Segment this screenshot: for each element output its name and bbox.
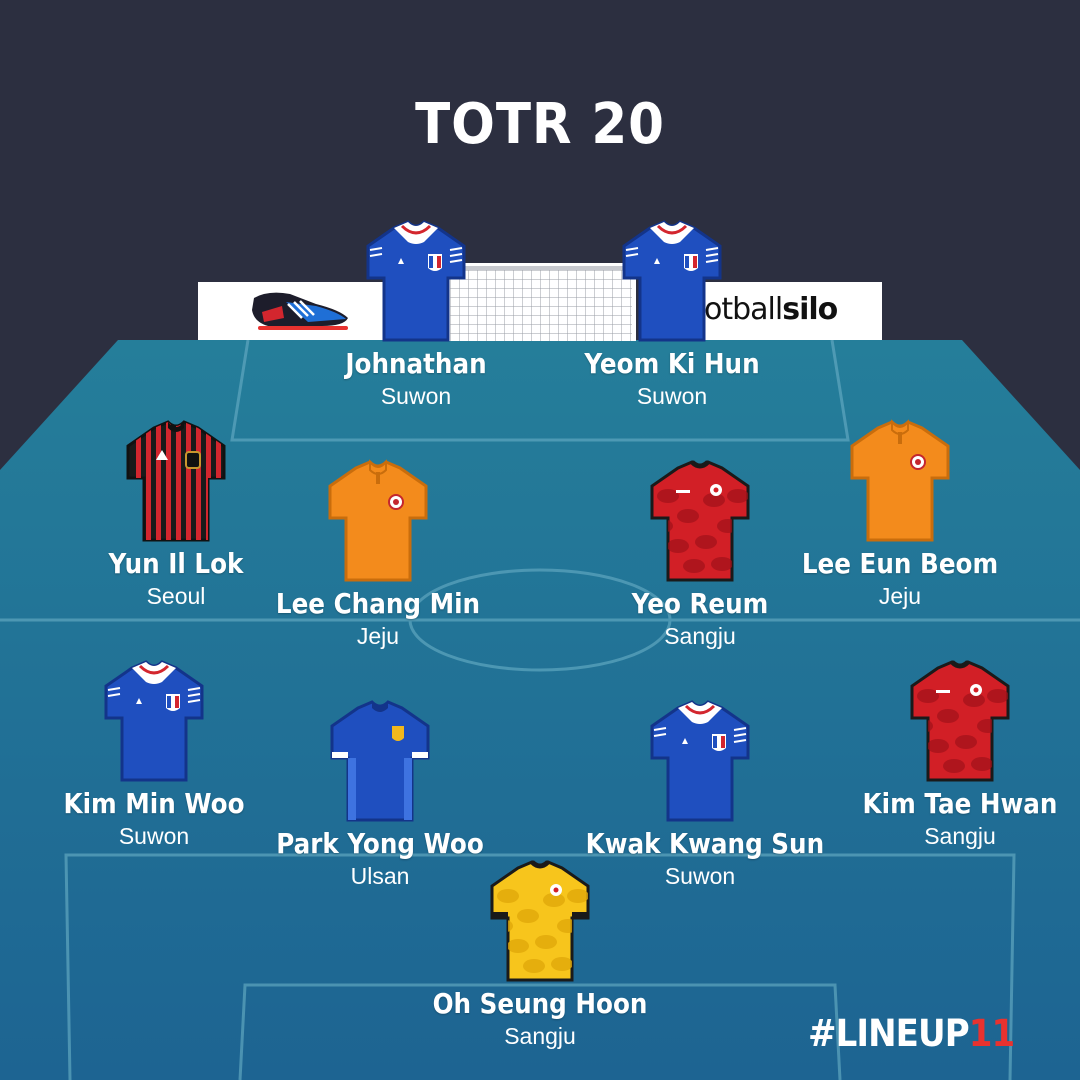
player-card-yeom-ki-hun: Yeom Ki Hun Suwon xyxy=(542,216,802,410)
jersey-icon xyxy=(328,459,428,582)
player-name: Lee Eun Beom xyxy=(801,547,999,580)
player-club: Jeju xyxy=(356,623,400,649)
jersey-icon xyxy=(910,660,1010,782)
player-club: Suwon xyxy=(118,823,190,849)
jersey-icon xyxy=(104,660,204,782)
jersey-icon xyxy=(366,220,466,342)
player-name: Yeom Ki Hun xyxy=(584,347,760,380)
player-name: Oh Seung Hoon xyxy=(432,987,648,1020)
jersey-icon xyxy=(850,419,950,542)
player-club: Suwon xyxy=(636,383,708,409)
jersey-icon xyxy=(126,420,226,542)
player-name: Johnathan xyxy=(345,347,487,380)
player-club: Suwon xyxy=(380,383,452,409)
player-club: Sangju xyxy=(504,1023,576,1049)
player-club: Sangju xyxy=(924,823,996,849)
player-name: Lee Chang Min xyxy=(275,587,481,620)
hashtag-logo: #LINEUP11 xyxy=(808,1012,1015,1055)
jersey-icon xyxy=(650,460,750,582)
player-card-lee-chang-min: Lee Chang Min Jeju xyxy=(248,456,508,650)
player-card-johnathan: Johnathan Suwon xyxy=(286,216,546,410)
player-club: Jeju xyxy=(878,583,922,609)
jersey-icon xyxy=(490,860,590,982)
jersey-icon xyxy=(330,700,430,822)
jersey-icon xyxy=(650,700,750,822)
player-card-kim-min-woo: Kim Min Woo Suwon xyxy=(24,656,284,850)
player-name: Kim Min Woo xyxy=(63,787,245,820)
player-club: Sangju xyxy=(664,623,736,649)
page-title: TOTR 20 xyxy=(415,92,665,157)
player-name: Kim Tae Hwan xyxy=(862,787,1058,820)
player-card-kim-tae-hwan: Kim Tae Hwan Sangju xyxy=(830,656,1080,850)
lineup-graphic: otballsilo TOTR 20 Johnathan Suwon Yeom K… xyxy=(0,0,1080,1080)
player-card-lee-eun-beom: Lee Eun Beom Jeju xyxy=(770,416,1030,610)
jersey-icon xyxy=(622,220,722,342)
player-card-oh-seung-hoon: Oh Seung Hoon Sangju xyxy=(410,856,670,1050)
